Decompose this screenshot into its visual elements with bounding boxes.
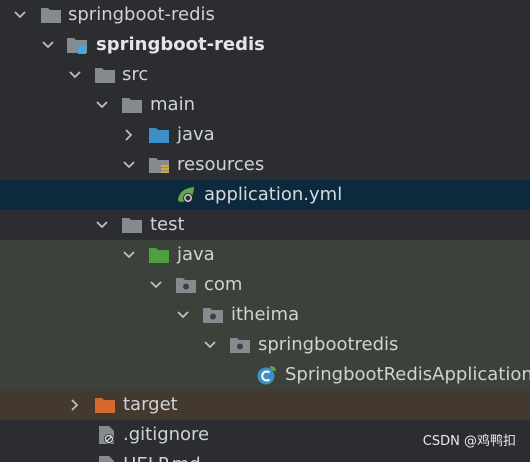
tree-item-label: com bbox=[204, 274, 243, 295]
package-icon bbox=[230, 338, 250, 353]
chevron-right-icon[interactable] bbox=[67, 397, 83, 413]
chevron-down-icon[interactable] bbox=[94, 217, 110, 233]
chevron-down-icon[interactable] bbox=[121, 247, 137, 263]
tree-item-target[interactable]: target bbox=[0, 390, 530, 420]
gitignore-file-icon bbox=[99, 426, 114, 444]
module-folder-icon bbox=[67, 38, 87, 54]
spring-boot-class-icon bbox=[257, 366, 276, 385]
test-source-root-folder-icon bbox=[149, 248, 169, 263]
package-icon bbox=[176, 278, 196, 293]
chevron-right-icon[interactable] bbox=[121, 127, 137, 143]
chevron-down-icon[interactable] bbox=[67, 67, 83, 83]
markdown-file-icon bbox=[99, 456, 114, 462]
tree-item-springboot-redis-root[interactable]: springboot-redis bbox=[0, 0, 530, 30]
folder-icon bbox=[41, 8, 61, 23]
chevron-down-icon[interactable] bbox=[121, 157, 137, 173]
tree-item-label: src bbox=[122, 64, 149, 85]
excluded-folder-icon bbox=[95, 398, 115, 413]
chevron-down-icon[interactable] bbox=[94, 97, 110, 113]
chevron-down-icon[interactable] bbox=[202, 337, 218, 353]
tree-item-resources[interactable]: resources bbox=[0, 150, 530, 180]
tree-item-label: application.yml bbox=[204, 184, 343, 205]
tree-item-label: resources bbox=[177, 154, 265, 175]
watermark: CSDN @鸡鸭扣 bbox=[422, 434, 516, 449]
tree-item-main[interactable]: main bbox=[0, 90, 530, 120]
tree-item-test[interactable]: test bbox=[0, 210, 530, 240]
tree-item-label: springbootredis bbox=[258, 334, 399, 355]
resources-root-folder-icon bbox=[149, 158, 169, 173]
folder-icon bbox=[95, 68, 115, 83]
tree-item-springboot-redis-application[interactable]: SpringbootRedisApplication bbox=[0, 360, 530, 390]
tree-item-label: springboot-redis bbox=[68, 4, 215, 25]
source-root-folder-icon bbox=[149, 128, 169, 143]
tree-item-springbootredis[interactable]: springbootredis bbox=[0, 330, 530, 360]
folder-icon bbox=[122, 98, 142, 113]
package-icon bbox=[203, 308, 223, 323]
tree-item-label: SpringbootRedisApplication bbox=[285, 364, 530, 385]
tree-item-label: .gitignore bbox=[123, 424, 210, 445]
spring-config-file-icon bbox=[178, 187, 194, 203]
tree-item-label: HELP.md bbox=[123, 453, 201, 462]
tree-item-application-yml[interactable]: application.yml bbox=[0, 180, 530, 210]
tree-item-springboot-redis-module[interactable]: springboot-redis bbox=[0, 30, 530, 60]
tree-item-label: java bbox=[177, 244, 215, 265]
tree-item-label: main bbox=[150, 94, 195, 115]
tree-item-label: java bbox=[177, 124, 215, 145]
chevron-down-icon[interactable] bbox=[175, 307, 191, 323]
tree-item-label: test bbox=[150, 214, 185, 235]
tree-item-label: itheima bbox=[231, 304, 300, 325]
tree-item-itheima[interactable]: itheima bbox=[0, 300, 530, 330]
folder-icon bbox=[122, 218, 142, 233]
tree-item-label: springboot-redis bbox=[96, 34, 265, 55]
tree-item-test-java[interactable]: java bbox=[0, 240, 530, 270]
chevron-down-icon[interactable] bbox=[12, 7, 28, 23]
tree-item-main-java[interactable]: java bbox=[0, 120, 530, 150]
chevron-down-icon[interactable] bbox=[40, 37, 56, 53]
tree-item-com[interactable]: com bbox=[0, 270, 530, 300]
tree-item-label: target bbox=[123, 394, 178, 415]
tree-item-src[interactable]: src bbox=[0, 60, 530, 90]
chevron-down-icon[interactable] bbox=[148, 277, 164, 293]
